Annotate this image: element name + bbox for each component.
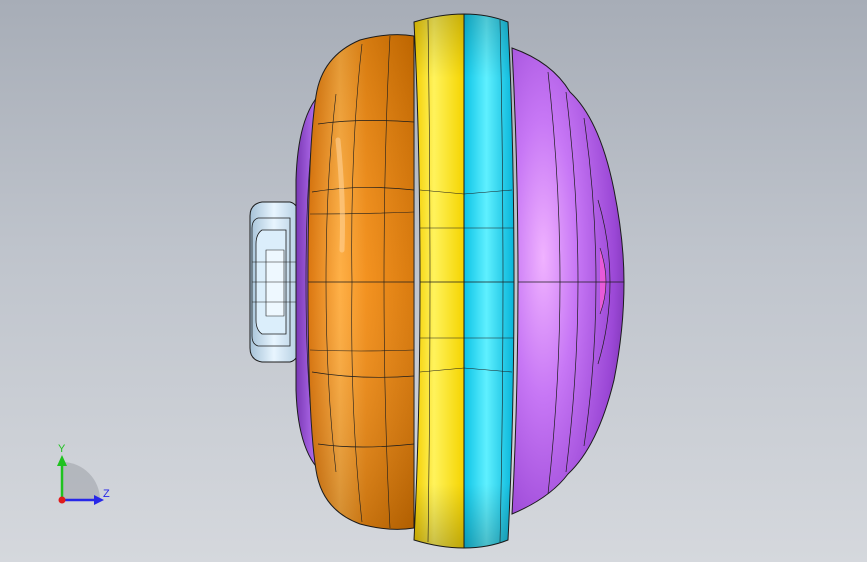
- cyan-ring-part[interactable]: [463, 13, 515, 549]
- front-dome-part[interactable]: [511, 47, 625, 515]
- yellow-ring-part[interactable]: [413, 13, 465, 549]
- graphics-viewport[interactable]: Y Z: [0, 0, 867, 562]
- orange-shell-part[interactable]: [307, 34, 415, 530]
- view-orientation-triad: Y Z: [57, 443, 110, 505]
- x-axis-dot: [58, 496, 66, 504]
- z-axis-label: Z: [103, 488, 110, 500]
- y-axis-label: Y: [58, 443, 66, 455]
- cad-model-view[interactable]: Y Z: [0, 0, 867, 562]
- handle-part[interactable]: [249, 201, 299, 363]
